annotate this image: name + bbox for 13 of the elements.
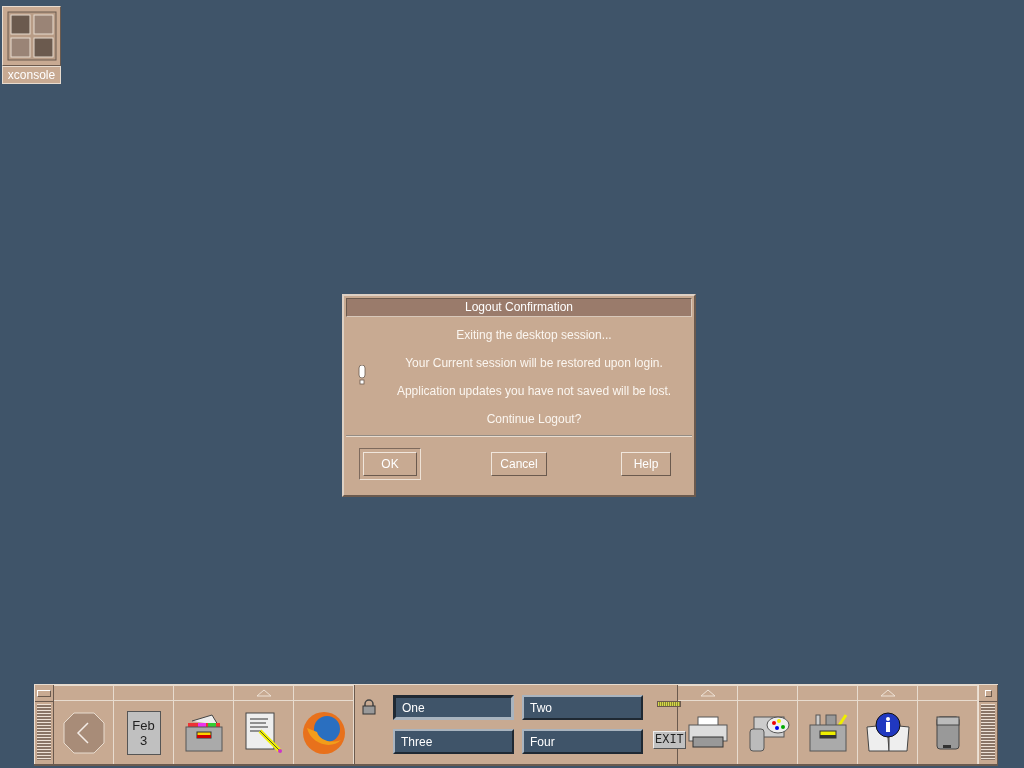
message-text: Application updates you have not saved will be lost. bbox=[396, 384, 672, 399]
month-text: Feb bbox=[132, 717, 155, 733]
message-text: Continue Logout? bbox=[486, 412, 582, 427]
workspace-button[interactable]: Two bbox=[522, 695, 643, 720]
message-text: Exiting the desktop session... bbox=[456, 328, 612, 343]
exit-button[interactable]: EXIT bbox=[653, 731, 686, 749]
calendar-icon[interactable]: Feb 3 bbox=[126, 710, 161, 755]
message-text: Your Current session will be restored upon login. bbox=[405, 356, 663, 371]
workspace-button[interactable]: One bbox=[393, 695, 514, 720]
day-text: 3 bbox=[139, 732, 148, 748]
workspace-button[interactable]: Four bbox=[522, 729, 643, 754]
window-title: Logout Confirmation bbox=[346, 298, 692, 317]
workspace-button[interactable]: Three bbox=[393, 729, 514, 754]
